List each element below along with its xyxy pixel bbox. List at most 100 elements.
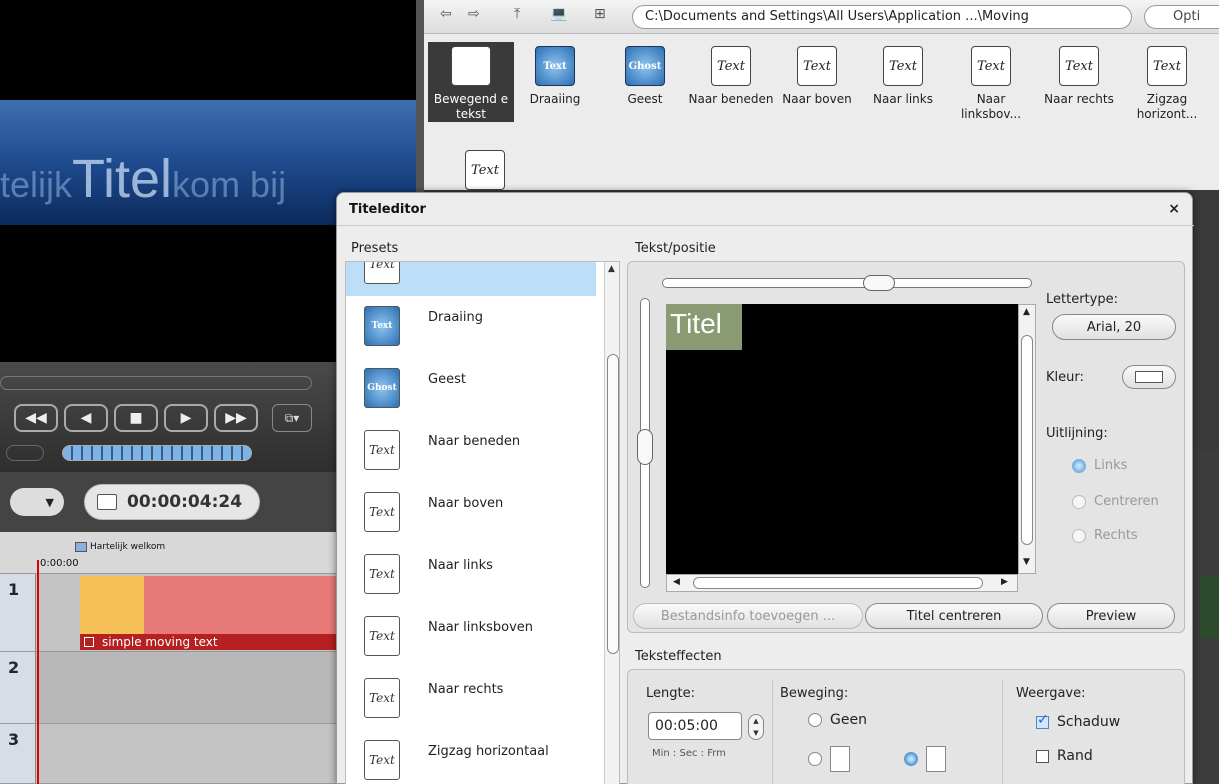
horizontal-position-slider[interactable]: [662, 275, 1032, 291]
text-moving-icon: Text: [451, 46, 491, 86]
playhead[interactable]: [37, 560, 39, 784]
font-button[interactable]: Arial, 20: [1052, 314, 1176, 340]
effect-item[interactable]: Text Naar linksbov...: [948, 42, 1034, 122]
effect-item[interactable]: Text Naar beneden: [688, 42, 774, 107]
ghost-icon: Ghost: [625, 46, 665, 86]
align-right-radio[interactable]: Rechts: [1072, 528, 1138, 543]
preset-label: Bewegende tekst: [428, 262, 541, 263]
text-left-icon: Text: [364, 554, 400, 594]
timecode-value: 00:00:04:24: [127, 492, 243, 512]
clip-checkbox[interactable]: [84, 637, 94, 647]
preset-item[interactable]: Text Bewegende tekst: [346, 262, 596, 296]
preset-item[interactable]: Text Naar boven: [346, 482, 596, 544]
up-folder-icon[interactable]: ⤒: [514, 6, 520, 22]
preview-button[interactable]: Preview: [1047, 603, 1175, 629]
preset-label: Naar links: [428, 558, 493, 573]
clip-transition[interactable]: [80, 576, 144, 634]
effect-item[interactable]: Text Naar boven: [774, 42, 860, 107]
border-checkbox[interactable]: Rand: [1036, 748, 1093, 764]
timecode-display[interactable]: 00:00:04:24: [84, 484, 260, 520]
scroll-thumb[interactable]: [693, 577, 983, 589]
scroll-thumb[interactable]: [607, 354, 619, 654]
presets-list: Text Bewegende tekst Text Draaiing Ghost Gees…: [345, 261, 620, 784]
scroll-thumb[interactable]: [1021, 335, 1033, 545]
track-number: 2: [0, 652, 36, 723]
close-icon[interactable]: ×: [1168, 201, 1180, 217]
separator: [772, 680, 773, 784]
text-zigzag-icon: Text: [364, 740, 400, 780]
scroll-up-icon[interactable]: ▲: [608, 264, 615, 274]
color-button[interactable]: [1122, 365, 1176, 389]
motion-option-2-radio[interactable]: [904, 746, 946, 772]
marker-icon: [75, 542, 87, 552]
presets-scrollbar[interactable]: ▲: [604, 262, 619, 784]
split-icon: ⧉▾: [284, 410, 300, 425]
slider-knob[interactable]: [637, 429, 653, 465]
preset-item[interactable]: Text Draaiing: [346, 296, 596, 358]
effect-item-label: Naar boven: [782, 92, 852, 106]
align-center-radio[interactable]: Centreren: [1072, 494, 1159, 509]
length-input[interactable]: 00:05:00: [648, 712, 742, 740]
preview-title-text: telijkTitelkom bij: [0, 148, 286, 210]
forward-icon[interactable]: ⇨: [468, 6, 480, 22]
preset-label: Zigzag horizontaal: [428, 744, 549, 759]
scroll-right-icon[interactable]: ▶: [1001, 577, 1008, 587]
canvas-vertical-scrollbar[interactable]: ▲ ▼: [1018, 304, 1036, 574]
scroll-left-icon[interactable]: ◀: [673, 577, 680, 587]
previous-button[interactable]: ◀: [64, 404, 108, 432]
marker-label: Hartelijk welkom: [90, 542, 166, 552]
shadow-label: Schaduw: [1057, 714, 1121, 730]
effect-item-label: Draaiing: [529, 92, 581, 106]
align-left-radio[interactable]: Links: [1072, 458, 1127, 473]
center-title-button[interactable]: Titel centreren: [865, 603, 1043, 629]
effect-item-extra[interactable]: Text: [442, 146, 528, 196]
scroll-up-icon[interactable]: ▲: [1023, 307, 1030, 317]
length-stepper[interactable]: ▲ ▼: [748, 714, 764, 740]
vertical-position-slider[interactable]: [637, 298, 653, 588]
tree-view-icon[interactable]: ⊞: [594, 6, 606, 22]
scroll-down-icon[interactable]: ▼: [1023, 557, 1030, 567]
shadow-checkbox[interactable]: Schaduw: [1036, 712, 1121, 730]
effect-item[interactable]: Text Naar rechts: [1036, 42, 1122, 107]
view-mode-button[interactable]: ⧉▾: [272, 404, 312, 432]
play-button[interactable]: ▶: [164, 404, 208, 432]
stop-button[interactable]: ■: [114, 404, 158, 432]
motion-label: Beweging:: [780, 686, 849, 701]
rewind-button[interactable]: ◀◀: [14, 404, 58, 432]
slider-knob[interactable]: [863, 275, 895, 291]
preset-item[interactable]: Text Naar linksboven: [346, 606, 596, 668]
effect-item[interactable]: Text Draaiing: [512, 42, 598, 107]
timecode-icon: [97, 494, 117, 510]
preset-item[interactable]: Text Naar links: [346, 544, 596, 606]
radio-dot: [1072, 458, 1086, 473]
preset-label: Naar beneden: [428, 434, 521, 449]
path-field[interactable]: C:\Documents and Settings\All Users\Appl…: [632, 5, 1132, 29]
motion-option-1-radio[interactable]: [808, 746, 850, 772]
options-button[interactable]: Opti: [1144, 5, 1219, 29]
canvas-horizontal-scrollbar[interactable]: ◀ ▶: [666, 574, 1018, 592]
fast-forward-button[interactable]: ▶▶: [214, 404, 258, 432]
mode-dropdown[interactable]: ▼: [10, 488, 64, 516]
length-format: Min : Sec : Frm: [652, 748, 726, 759]
scrub-slider[interactable]: [0, 376, 312, 390]
effect-item[interactable]: Text Zigzag horizont...: [1124, 42, 1210, 122]
add-file-info-button[interactable]: Bestandsinfo toevoegen ...: [633, 603, 863, 629]
computer-icon[interactable]: 💻: [550, 6, 567, 22]
effect-item[interactable]: Text Bewegend e tekst: [428, 42, 514, 122]
back-icon[interactable]: ⇦: [440, 6, 452, 22]
track-number: 1: [0, 574, 36, 651]
effect-item-label: Naar links: [873, 92, 933, 106]
canvas-title-text[interactable]: Titel: [666, 304, 742, 350]
title-canvas[interactable]: Titel: [666, 304, 1018, 574]
preset-item[interactable]: Text Naar rechts: [346, 668, 596, 730]
preset-item[interactable]: Text Naar beneden: [346, 420, 596, 482]
presets-label: Presets: [351, 241, 399, 256]
motion-none-radio[interactable]: Geen: [808, 712, 867, 728]
preset-label: Naar linksboven: [428, 620, 534, 635]
effect-item[interactable]: Text Naar links: [860, 42, 946, 107]
effect-item[interactable]: Ghost Geest: [602, 42, 688, 107]
color-swatch: [1135, 371, 1163, 383]
play-icon: ▶: [180, 410, 192, 426]
preset-item[interactable]: Text Zigzag horizontaal: [346, 730, 596, 784]
preset-item[interactable]: Ghost Geest: [346, 358, 596, 420]
